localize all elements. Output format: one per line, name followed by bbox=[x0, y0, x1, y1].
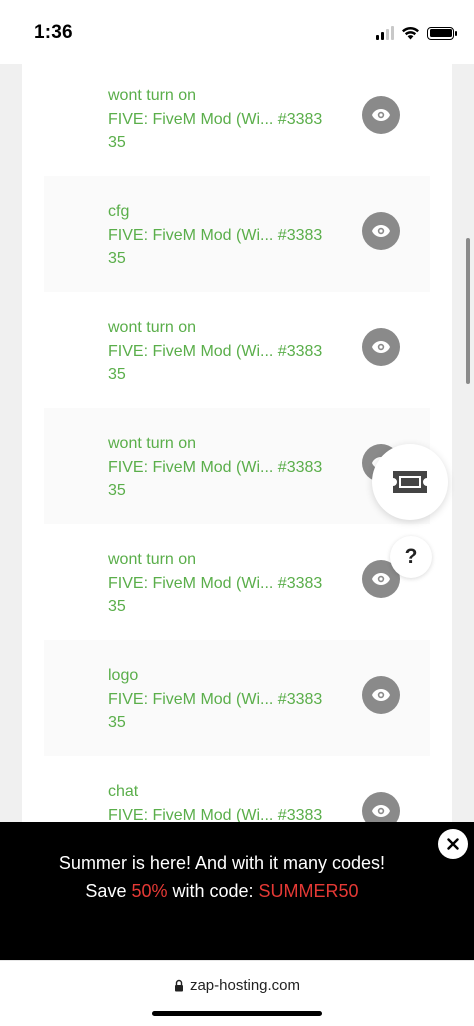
ticket-title: cfg bbox=[108, 203, 130, 220]
browser-bar: zap-hosting.com bbox=[0, 960, 474, 1026]
ticket-row[interactable]: chat FIVE: FiveM Mod (Wi... #3383 35 bbox=[44, 756, 430, 826]
eye-icon bbox=[372, 805, 390, 817]
ticket-text: wont turn on FIVE: FiveM Mod (Wi... #338… bbox=[108, 316, 338, 387]
ticket-title: wont turn on bbox=[108, 87, 197, 104]
close-promo-button[interactable] bbox=[438, 829, 468, 859]
promo-save-prefix: Save bbox=[85, 880, 132, 901]
promo-code-line: Save 50% with code: SUMMER50 bbox=[40, 878, 404, 906]
view-ticket-button[interactable] bbox=[362, 96, 400, 134]
promo-text: Summer is here! And with it many codes! … bbox=[40, 850, 404, 905]
promo-discount: 50% bbox=[131, 880, 168, 901]
address-bar[interactable]: zap-hosting.com bbox=[0, 977, 474, 994]
view-ticket-button[interactable] bbox=[362, 328, 400, 366]
ticket-product-cont: 35 bbox=[108, 250, 126, 267]
ticket-button[interactable] bbox=[372, 444, 448, 520]
status-icons bbox=[376, 26, 457, 40]
ticket-text: wont turn on FIVE: FiveM Mod (Wi... #338… bbox=[108, 548, 338, 619]
ticket-product: FIVE: FiveM Mod (Wi... #3383 bbox=[108, 574, 323, 592]
ticket-text: cfg FIVE: FiveM Mod (Wi... #3383 35 bbox=[108, 200, 338, 271]
ticket-title: wont turn on bbox=[108, 435, 197, 452]
ticket-title: wont turn on bbox=[108, 319, 197, 336]
ticket-text: logo FIVE: FiveM Mod (Wi... #3383 35 bbox=[108, 664, 338, 735]
url-text: zap-hosting.com bbox=[189, 977, 301, 994]
promo-save-middle: with code: bbox=[167, 880, 259, 901]
promo-headline: Summer is here! And with it many codes! bbox=[58, 853, 386, 873]
ticket-product-cont: 35 bbox=[108, 366, 126, 383]
view-ticket-button[interactable] bbox=[362, 676, 400, 714]
promo-code: SUMMER50 bbox=[258, 880, 359, 901]
eye-icon bbox=[372, 109, 390, 121]
ticket-title: chat bbox=[108, 783, 139, 800]
lock-icon bbox=[174, 979, 183, 992]
home-indicator[interactable] bbox=[152, 1011, 322, 1016]
ticket-row[interactable]: wont turn on FIVE: FiveM Mod (Wi... #338… bbox=[44, 408, 430, 524]
view-ticket-button[interactable] bbox=[362, 212, 400, 250]
view-ticket-button[interactable] bbox=[362, 792, 400, 826]
ticket-product: FIVE: FiveM Mod (Wi... #3383 bbox=[108, 110, 323, 128]
ticket-row[interactable]: wont turn on FIVE: FiveM Mod (Wi... #338… bbox=[44, 64, 430, 176]
ticket-text: chat FIVE: FiveM Mod (Wi... #3383 35 bbox=[108, 780, 338, 826]
ticket-list: wont turn on FIVE: FiveM Mod (Wi... #338… bbox=[22, 64, 452, 826]
ticket-row[interactable]: wont turn on FIVE: FiveM Mod (Wi... #338… bbox=[44, 292, 430, 408]
ticket-product: FIVE: FiveM Mod (Wi... #3383 bbox=[108, 690, 323, 708]
ticket-product: FIVE: FiveM Mod (Wi... #3383 bbox=[108, 226, 323, 244]
ticket-product-cont: 35 bbox=[108, 714, 126, 731]
wifi-icon bbox=[402, 26, 419, 40]
eye-icon bbox=[372, 341, 390, 353]
eye-icon bbox=[372, 225, 390, 237]
battery-icon bbox=[427, 26, 457, 40]
close-icon bbox=[447, 838, 459, 850]
status-bar: 1:36 bbox=[0, 0, 474, 64]
ticket-product-cont: 35 bbox=[108, 598, 126, 615]
ticket-product-cont: 35 bbox=[108, 482, 126, 499]
cellular-signal-icon bbox=[376, 26, 394, 40]
promo-banner: Summer is here! And with it many codes! … bbox=[0, 822, 474, 960]
ticket-text: wont turn on FIVE: FiveM Mod (Wi... #338… bbox=[108, 84, 338, 155]
ticket-list-items: wont turn on FIVE: FiveM Mod (Wi... #338… bbox=[44, 64, 430, 826]
scrollbar-thumb[interactable] bbox=[466, 238, 470, 384]
status-time: 1:36 bbox=[34, 22, 73, 43]
ticket-row[interactable]: wont turn on FIVE: FiveM Mod (Wi... #338… bbox=[44, 524, 430, 640]
help-label: ? bbox=[404, 545, 418, 568]
eye-icon bbox=[372, 573, 390, 585]
ticket-product-cont: 35 bbox=[108, 134, 126, 151]
ticket-row[interactable]: logo FIVE: FiveM Mod (Wi... #3383 35 bbox=[44, 640, 430, 756]
ticket-text: wont turn on FIVE: FiveM Mod (Wi... #338… bbox=[108, 432, 338, 503]
ticket-row[interactable]: cfg FIVE: FiveM Mod (Wi... #3383 35 bbox=[44, 176, 430, 292]
ticket-product: FIVE: FiveM Mod (Wi... #3383 bbox=[108, 342, 323, 360]
help-button[interactable]: ? bbox=[390, 536, 432, 578]
ticket-title: wont turn on bbox=[108, 551, 197, 568]
eye-icon bbox=[372, 689, 390, 701]
ticket-icon bbox=[393, 471, 427, 493]
ticket-title: logo bbox=[108, 667, 139, 684]
ticket-product: FIVE: FiveM Mod (Wi... #3383 bbox=[108, 458, 323, 476]
